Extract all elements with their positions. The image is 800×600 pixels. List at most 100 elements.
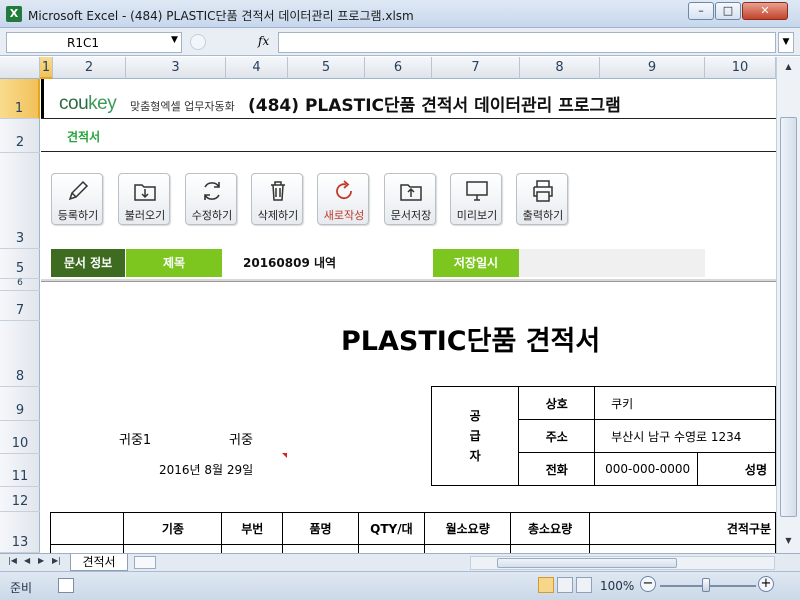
row-header[interactable]: 2 — [0, 119, 40, 153]
next-sheet-icon[interactable]: ▶ — [38, 556, 44, 565]
row-header[interactable]: 1 — [0, 79, 40, 119]
save-document-label: 문서저장 — [390, 209, 432, 222]
active-cell-cursor — [41, 79, 44, 119]
row-header[interactable]: 7 — [0, 291, 40, 321]
excel-logo-icon: X — [6, 6, 22, 22]
column-header[interactable]: 6 — [365, 57, 432, 79]
name-box[interactable]: R1C1 ▼ — [6, 32, 182, 53]
table-header: 부번 — [221, 512, 284, 545]
table-row[interactable] — [49, 544, 776, 553]
worksheet[interactable]: coukey 맞춤형엑셀 업무자동화 (484) PLASTIC단품 견적서 데… — [41, 79, 776, 553]
refresh-icon — [204, 182, 220, 200]
select-all-corner[interactable] — [0, 57, 40, 79]
resize-handle-icon[interactable] — [190, 34, 206, 50]
column-header[interactable]: 1 — [40, 57, 53, 79]
sheet-tab-estimate[interactable]: 견적서 — [70, 554, 128, 571]
delete-button[interactable]: 삭제하기 — [251, 173, 303, 225]
formula-input[interactable] — [278, 32, 776, 53]
scroll-up-icon[interactable]: ▲ — [780, 59, 797, 75]
recipient-cell[interactable]: 귀중1 — [119, 429, 151, 448]
column-header[interactable]: 7 — [432, 57, 520, 79]
row-header[interactable]: 3 — [0, 153, 40, 249]
title-bar: X Microsoft Excel - (484) PLASTIC단품 견적서 … — [0, 0, 800, 28]
prev-sheet-icon[interactable]: ◀ — [24, 556, 30, 565]
zoom-in-icon[interactable]: + — [758, 576, 774, 592]
page-layout-view-icon[interactable] — [557, 577, 573, 593]
table-header-blank — [49, 512, 125, 545]
table-header: 견적구분 — [588, 512, 776, 545]
zoom-slider-thumb[interactable] — [702, 578, 710, 592]
expand-formula-bar-button[interactable]: ▼ — [778, 32, 794, 53]
delete-label: 삭제하기 — [257, 209, 299, 222]
preview-label: 미리보기 — [456, 209, 498, 222]
folder-download-icon — [134, 184, 156, 201]
load-button[interactable]: 불러오기 — [118, 173, 170, 225]
close-button[interactable]: ✕ — [742, 2, 788, 20]
sheet-label: 견적서 — [67, 130, 101, 144]
save-document-button[interactable]: 문서저장 — [384, 173, 436, 225]
column-header[interactable]: 5 — [288, 57, 365, 79]
company-name-value[interactable]: 쿠키 — [594, 386, 776, 420]
column-header[interactable]: 8 — [520, 57, 600, 79]
saved-at-label: 저장일시 — [433, 249, 519, 277]
row-header[interactable]: 10 — [0, 421, 40, 454]
scroll-thumb[interactable] — [780, 117, 797, 517]
row-header[interactable]: 6 — [0, 278, 40, 291]
function-area: fx — [186, 32, 276, 53]
column-header[interactable]: 4 — [226, 57, 288, 79]
row-header[interactable]: 8 — [0, 321, 40, 387]
preview-button[interactable]: 미리보기 — [450, 173, 502, 225]
saved-at-value-cell[interactable] — [519, 249, 705, 277]
print-button[interactable]: 출력하기 — [516, 173, 568, 225]
new-document-label: 새로작성 — [323, 209, 365, 222]
row-header[interactable]: 13 — [0, 512, 40, 553]
logo-main-text: cou — [59, 93, 89, 114]
page-break-view-icon[interactable] — [576, 577, 592, 593]
last-sheet-icon[interactable]: ▶| — [52, 556, 61, 565]
title-value-cell[interactable]: 20160809 내역 — [223, 249, 433, 277]
chevron-down-icon[interactable]: ▼ — [171, 35, 178, 45]
ceo-label: 성명 — [697, 452, 776, 486]
load-label: 불러오기 — [124, 209, 166, 222]
estimate-date[interactable]: 2016년 8월 29일 — [159, 461, 253, 478]
first-sheet-icon[interactable]: |◀ — [8, 556, 17, 565]
formula-bar: R1C1 ▼ fx ▼ — [0, 28, 800, 56]
status-bar: 준비 100% − + — [0, 571, 800, 600]
sheet-tab-bar: |◀ ◀ ▶ ▶| 견적서 — [0, 553, 800, 571]
supplier-label-text: 공 급 자 — [469, 409, 481, 463]
insert-function-button[interactable]: fx — [258, 34, 269, 48]
scroll-thumb[interactable] — [497, 558, 677, 568]
column-header[interactable]: 10 — [705, 57, 776, 79]
address-label: 주소 — [518, 419, 596, 453]
doc-info-label: 문서 정보 — [51, 249, 125, 277]
row-header[interactable]: 5 — [0, 249, 40, 279]
row-header[interactable]: 9 — [0, 387, 40, 421]
column-header[interactable]: 2 — [53, 57, 126, 79]
vertical-scrollbar[interactable]: ▲ ▼ — [776, 57, 800, 553]
phone-value[interactable]: 000-000-0000 — [594, 452, 698, 486]
phone-label: 전화 — [518, 452, 596, 486]
table-header-row: 기종 부번 품명 QTY/대 월소요량 총소요량 견적구분 — [49, 512, 776, 545]
section-divider — [41, 151, 776, 152]
address-value[interactable]: 부산시 남구 수영로 1234 — [594, 419, 776, 453]
row-header[interactable]: 11 — [0, 454, 40, 487]
column-header[interactable]: 3 — [126, 57, 226, 79]
insert-sheet-icon[interactable] — [134, 556, 156, 569]
table-header: 월소요량 — [424, 512, 512, 545]
edit-button[interactable]: 수정하기 — [185, 173, 237, 225]
maximize-button[interactable]: □ — [715, 2, 741, 20]
minimize-button[interactable]: – — [688, 2, 714, 20]
supplier-label: 공 급 자 — [430, 386, 520, 486]
horizontal-scrollbar[interactable] — [470, 556, 775, 570]
register-button[interactable]: 등록하기 — [51, 173, 103, 225]
new-document-button[interactable]: 새로작성 — [317, 173, 369, 225]
zoom-out-icon[interactable]: − — [640, 576, 656, 592]
scroll-down-icon[interactable]: ▼ — [780, 533, 797, 549]
macro-record-icon[interactable] — [58, 578, 74, 593]
comment-indicator-icon[interactable] — [282, 453, 287, 458]
row-header[interactable]: 12 — [0, 487, 40, 512]
normal-view-icon[interactable] — [538, 577, 554, 593]
items-table: 기종 부번 품명 QTY/대 월소요량 총소요량 견적구분 — [49, 512, 776, 553]
column-header[interactable]: 9 — [600, 57, 705, 79]
zoom-level[interactable]: 100% — [600, 579, 634, 593]
